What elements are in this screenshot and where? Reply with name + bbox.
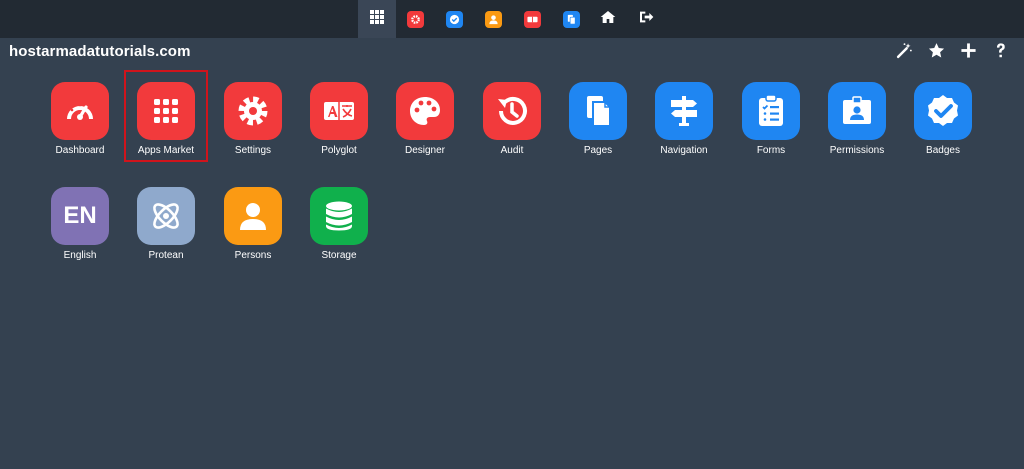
- dashboard-gauge-icon: [51, 82, 109, 140]
- app-label: Dashboard: [55, 145, 105, 156]
- translate-icon: [310, 82, 368, 140]
- apps-grid-icon: [137, 82, 195, 140]
- plus-icon: [960, 42, 977, 64]
- top-bar: [0, 0, 1024, 38]
- add-button[interactable]: [952, 42, 984, 64]
- app-label: Designer: [404, 145, 446, 156]
- polyglot-icon: [523, 10, 541, 28]
- app-label: Permissions: [829, 145, 885, 156]
- atom-icon: [137, 187, 195, 245]
- home-icon: [600, 9, 616, 30]
- app-label: Badges: [926, 145, 960, 156]
- app-label: English: [63, 250, 97, 261]
- customize-button[interactable]: [888, 42, 920, 64]
- app-label: Apps Market: [137, 145, 195, 156]
- app-storage[interactable]: Storage: [296, 187, 382, 261]
- help-button[interactable]: [984, 42, 1016, 64]
- app-label: Protean: [148, 250, 184, 261]
- logout-icon: [638, 9, 654, 30]
- app-audit[interactable]: Audit: [469, 82, 555, 156]
- history-icon: [483, 82, 541, 140]
- app-protean[interactable]: Protean: [123, 187, 209, 261]
- app-designer[interactable]: Designer: [382, 82, 468, 156]
- badge-check-icon: [445, 10, 463, 28]
- app-label: Audit: [500, 145, 524, 156]
- star-icon: [928, 42, 945, 64]
- help-icon: [992, 42, 1009, 64]
- pages-shortcut[interactable]: [553, 0, 589, 38]
- app-apps-market[interactable]: Apps Market: [123, 70, 209, 162]
- favorites-button[interactable]: [920, 42, 952, 64]
- app-english[interactable]: EN English: [37, 187, 123, 261]
- app-navigation[interactable]: Navigation: [641, 82, 727, 156]
- site-title: hostarmadatutorials.com: [9, 43, 191, 60]
- settings-shortcut[interactable]: [397, 0, 433, 38]
- app-label: Persons: [234, 250, 272, 261]
- app-persons[interactable]: Persons: [210, 187, 296, 261]
- magic-wand-icon: [896, 42, 913, 64]
- polyglot-shortcut[interactable]: [514, 0, 550, 38]
- grid-icon: [369, 9, 385, 30]
- app-label: Storage: [321, 250, 357, 261]
- app-polyglot[interactable]: Polyglot: [296, 82, 382, 156]
- app-label: Polyglot: [321, 145, 357, 156]
- header-toolbar: [888, 42, 1016, 64]
- badges-shortcut[interactable]: [436, 0, 472, 38]
- badge-check-icon: [914, 82, 972, 140]
- app-settings[interactable]: Settings: [210, 82, 296, 156]
- person-icon: [224, 187, 282, 245]
- clipboard-list-icon: [742, 82, 800, 140]
- settings-icon: [406, 10, 424, 28]
- database-icon: [310, 187, 368, 245]
- persons-shortcut[interactable]: [475, 0, 511, 38]
- app-permissions[interactable]: Permissions: [814, 82, 900, 156]
- apps-menu-button[interactable]: [358, 0, 396, 38]
- app-forms[interactable]: Forms: [728, 82, 814, 156]
- en-icon-text: EN: [63, 202, 97, 229]
- pages-icon: [562, 10, 580, 28]
- en-text-icon: EN: [51, 187, 109, 245]
- home-button[interactable]: [590, 0, 626, 38]
- app-label: Forms: [756, 145, 786, 156]
- gear-icon: [224, 82, 282, 140]
- palette-icon: [396, 82, 454, 140]
- id-badge-icon: [828, 82, 886, 140]
- logout-button[interactable]: [628, 0, 664, 38]
- pages-icon: [569, 82, 627, 140]
- app-dashboard[interactable]: Dashboard: [37, 82, 123, 156]
- app-badges[interactable]: Badges: [900, 82, 986, 156]
- app-pages[interactable]: Pages: [555, 82, 641, 156]
- person-icon: [484, 10, 502, 28]
- signpost-icon: [655, 82, 713, 140]
- app-label: Settings: [234, 145, 272, 156]
- app-label: Navigation: [660, 145, 708, 156]
- app-label: Pages: [583, 145, 613, 156]
